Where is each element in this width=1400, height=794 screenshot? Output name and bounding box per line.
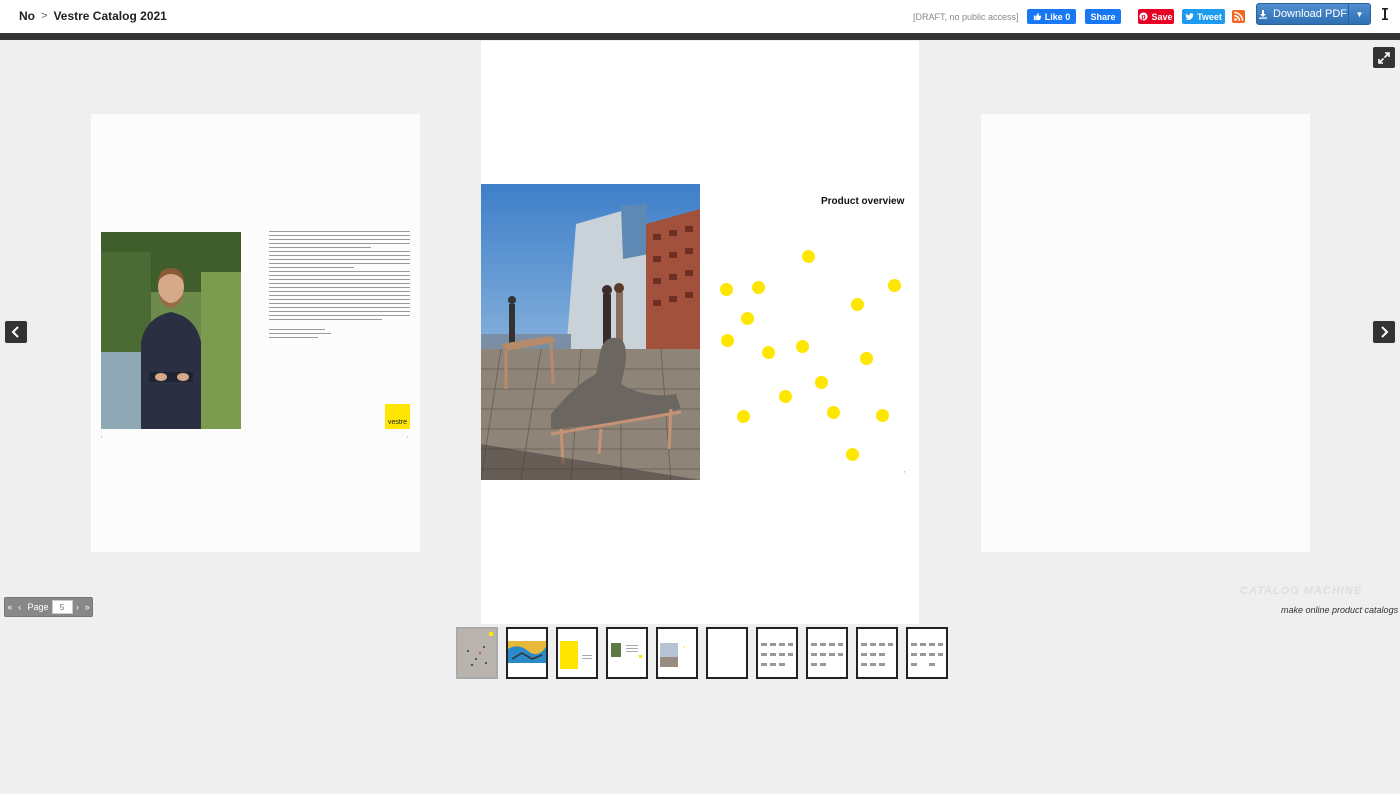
download-icon [1259,10,1267,19]
product-dot[interactable] [762,346,775,359]
bird-icon [1185,13,1194,20]
product-dot[interactable] [888,279,901,292]
product-dot[interactable] [876,409,889,422]
twitter-tweet-label: Tweet [1197,11,1222,22]
chevron-right-icon [1381,326,1389,338]
top-bar: No > Vestre Catalog 2021 [DRAFT, no publ… [0,0,1400,33]
bench-photo [481,184,700,480]
product-dot[interactable] [860,352,873,365]
page-number-input[interactable] [51,600,73,614]
thumbnail-strip [456,627,948,679]
breadcrumb: No > Vestre Catalog 2021 [19,9,167,23]
thumbnail-6[interactable] [706,627,748,679]
page-footer-mark: ▪ [904,469,906,474]
facebook-like-button[interactable]: Like 0 [1027,9,1076,24]
product-dot[interactable] [721,334,734,347]
rss-icon[interactable] [1232,10,1245,23]
product-dot[interactable] [741,312,754,325]
chevron-left-icon [11,326,19,338]
product-dot[interactable] [846,448,859,461]
more-vertical-icon[interactable] [1381,6,1389,22]
breadcrumb-separator: > [41,10,48,22]
catalog-page-right[interactable] [981,114,1310,552]
thumbnail-2[interactable] [506,627,548,679]
thumbnail-10[interactable] [906,627,948,679]
download-options-dropdown[interactable]: ▼ [1348,4,1370,24]
catalog-page-spread[interactable]: Product overview ▪ [481,41,919,624]
thumbnail-3[interactable] [556,627,598,679]
thumbnail-5[interactable] [656,627,698,679]
product-dot[interactable] [752,281,765,294]
product-dot[interactable] [720,283,733,296]
draft-notice: [DRAFT, no public access] [913,12,1019,22]
download-pdf-main[interactable]: Download PDF [1257,8,1348,20]
portrait-photo [101,232,241,429]
product-dot[interactable] [779,390,792,403]
pinterest-save-button[interactable]: p Save [1138,9,1174,24]
vestre-logo: vestre [385,404,410,429]
fullscreen-icon [1378,51,1390,64]
thumbnail-7[interactable] [756,627,798,679]
caret-down-icon: ▼ [1355,9,1364,19]
page-footer-mark: ▪ [407,434,409,439]
catalog-machine-logo: CATALOG MACHINE [1240,585,1363,597]
facebook-share-button[interactable]: Share [1085,9,1121,24]
download-pdf-label: Download PDF [1273,8,1347,20]
product-dot[interactable] [802,250,815,263]
product-dot[interactable] [796,340,809,353]
pinterest-icon: p [1139,12,1149,21]
product-dot[interactable] [851,298,864,311]
breadcrumb-current: Vestre Catalog 2021 [53,9,167,23]
twitter-tweet-button[interactable]: Tweet [1182,9,1225,24]
svg-text:p: p [1142,12,1147,21]
intro-text-block [269,231,410,341]
pinterest-save-label: Save [1151,11,1173,22]
product-dot[interactable] [737,410,750,423]
vestre-logo-text: vestre [387,419,408,426]
page-footer-mark: ▪ [101,434,103,439]
next-page-button[interactable] [1373,321,1395,343]
previous-page-button[interactable] [5,321,27,343]
breadcrumb-root-link[interactable]: No [19,9,35,23]
thumbnail-1[interactable] [456,627,498,679]
thumbnail-4[interactable] [606,627,648,679]
product-dot[interactable] [827,406,840,419]
thumbnail-9[interactable] [856,627,898,679]
download-pdf-button[interactable]: Download PDF ▼ [1256,3,1371,25]
next-page-small-button[interactable]: › [73,602,83,612]
first-page-button[interactable]: « [5,602,15,612]
spread-title: Product overview [821,196,905,207]
catalog-machine-tagline[interactable]: make online product catalogs [1281,605,1398,615]
page-label: Page [27,602,49,612]
product-dot[interactable] [815,376,828,389]
last-page-button[interactable]: » [82,602,92,612]
prev-page-small-button[interactable]: ‹ [15,602,25,612]
facebook-like-label: Like 0 [1044,11,1071,22]
page-navigator: « ‹ Page › » [4,597,93,617]
thumbs-up-icon [1033,12,1041,21]
thumbnail-8[interactable] [806,627,848,679]
fullscreen-button[interactable] [1373,47,1395,68]
catalog-page-left[interactable]: vestre ▪ ▪ [91,114,420,552]
toolbar-divider [0,33,1400,40]
facebook-share-label: Share [1090,11,1116,22]
